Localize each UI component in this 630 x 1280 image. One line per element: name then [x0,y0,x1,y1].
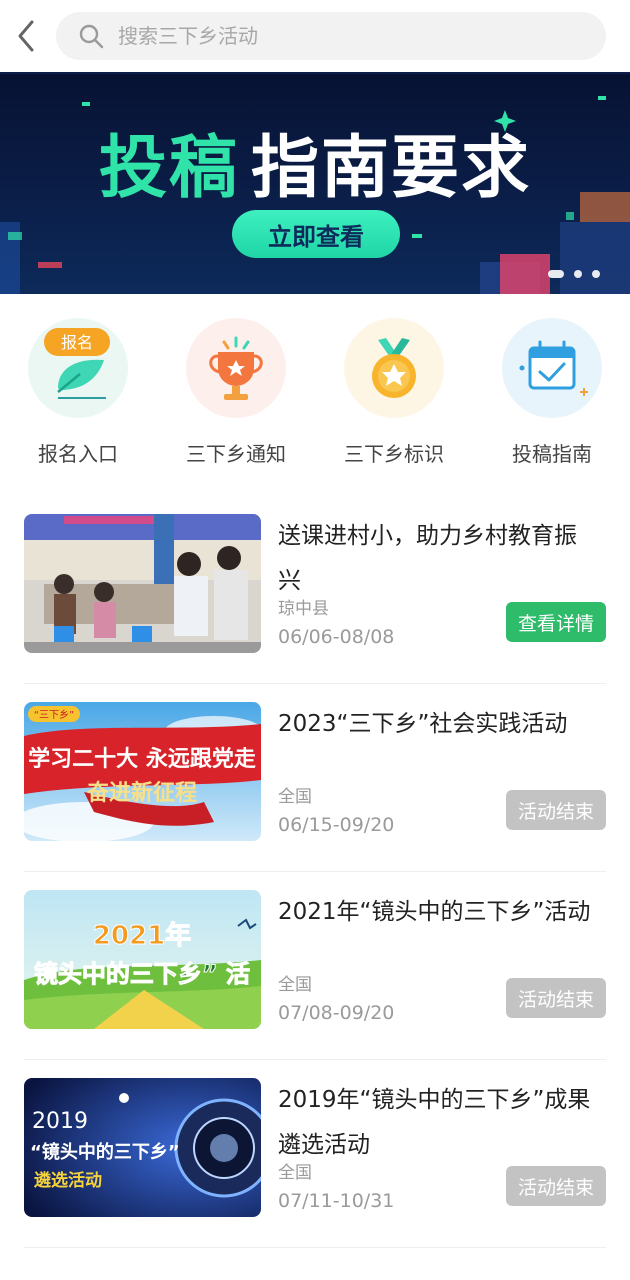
svg-text:“三下乡”: “三下乡” [34,709,74,721]
activity-title: 2019年“镜头中的三下乡”成果遴选活动 [278,1087,591,1158]
activity-location: 全国 [278,787,312,807]
activity-date: 06/15-09/20 [278,814,395,836]
activity-ended-button[interactable]: 活动结束 [506,1166,606,1206]
carousel-dot [592,270,600,278]
activity-title: 2021年“镜头中的三下乡”活动 [278,899,591,925]
banner-view-button[interactable]: 立即查看 [232,210,400,258]
activity-thumbnail [24,514,261,653]
svg-text:遴选活动: 遴选活动 [34,1170,102,1191]
quick-entry-guide[interactable]: 投稿指南 [482,318,622,467]
signup-badge-text: 报名 [61,333,93,352]
svg-text:“镜头中的三下乡”: “镜头中的三下乡” [30,1141,180,1163]
banner-title-part2: 指南要求 [251,129,532,208]
activity-card[interactable]: 2021年 镜头中的三下乡” 活 2021年“镜头中的三下乡”活动 全国 07/… [24,872,606,1060]
activity-thumbnail: 2021年 镜头中的三下乡” 活 [24,890,261,1029]
feather-icon: 报名 [28,318,128,418]
carousel-indicator [548,270,600,278]
banner-title: 投稿 指南要求 [0,112,630,211]
svg-text:镜头中的三下乡” 活: 镜头中的三下乡” 活 [34,960,250,988]
svg-text:奋进新征程: 奋进新征程 [86,780,197,806]
header [0,0,630,72]
svg-text:2019: 2019 [32,1109,88,1134]
search-icon [79,24,104,49]
activity-date: 07/08-09/20 [278,1002,395,1024]
quick-entry-signup[interactable]: 报名 报名入口 [8,318,148,467]
svg-text:2021年: 2021年 [93,920,191,951]
quick-entry-logo[interactable]: 三下乡标识 [324,318,464,467]
activity-card[interactable]: 2019 “镜头中的三下乡” 遴选活动 2019年“镜头中的三下乡”成果遴选活动… [24,1060,606,1248]
activity-title: 送课进村小，助力乡村教育振兴 [278,523,577,594]
activity-date: 06/06-08/08 [278,626,395,648]
calendar-check-icon [502,318,602,418]
quick-entry-label: 三下乡通知 [186,442,286,466]
activity-title: 2023“三下乡”社会实践活动 [278,711,568,737]
activity-ended-button[interactable]: 活动结束 [506,978,606,1018]
carousel-dot-active [548,270,564,278]
activity-date: 07/11-10/31 [278,1190,395,1212]
activity-card[interactable]: 送课进村小，助力乡村教育振兴 琼中县 06/06-08/08 查看详情 [24,496,606,684]
activity-location: 全国 [278,975,312,995]
view-details-button[interactable]: 查看详情 [506,602,606,642]
activity-card[interactable]: “三下乡” 学习二十大 永远跟党走 奋进新征程 2023“三下乡”社会实践活动 … [24,684,606,872]
quick-entry-label: 投稿指南 [512,442,592,466]
activity-ended-button[interactable]: 活动结束 [506,790,606,830]
activity-list: 送课进村小，助力乡村教育振兴 琼中县 06/06-08/08 查看详情 “三下乡… [24,496,606,1248]
banner-title-part1: 投稿 [98,129,239,208]
search-bar[interactable] [56,12,606,60]
activity-location: 琼中县 [278,599,329,619]
trophy-icon [186,318,286,418]
quick-entry-notice[interactable]: 三下乡通知 [166,318,306,467]
activity-thumbnail: “三下乡” 学习二十大 永远跟党走 奋进新征程 [24,702,261,841]
carousel-dot [574,270,582,278]
quick-entry-label: 三下乡标识 [344,442,444,466]
back-arrow-icon[interactable] [12,18,44,54]
search-input[interactable] [118,24,558,48]
activity-location: 全国 [278,1163,312,1183]
quick-entries: 报名 报名入口 三下乡通知 三下乡标识 投稿指南 [0,294,630,484]
quick-entry-label: 报名入口 [38,442,118,466]
activity-thumbnail: 2019 “镜头中的三下乡” 遴选活动 [24,1078,261,1217]
medal-icon [344,318,444,418]
banner-carousel[interactable]: 投稿 指南要求 立即查看 [0,72,630,294]
svg-text:学习二十大 永远跟党走: 学习二十大 永远跟党走 [28,746,256,772]
